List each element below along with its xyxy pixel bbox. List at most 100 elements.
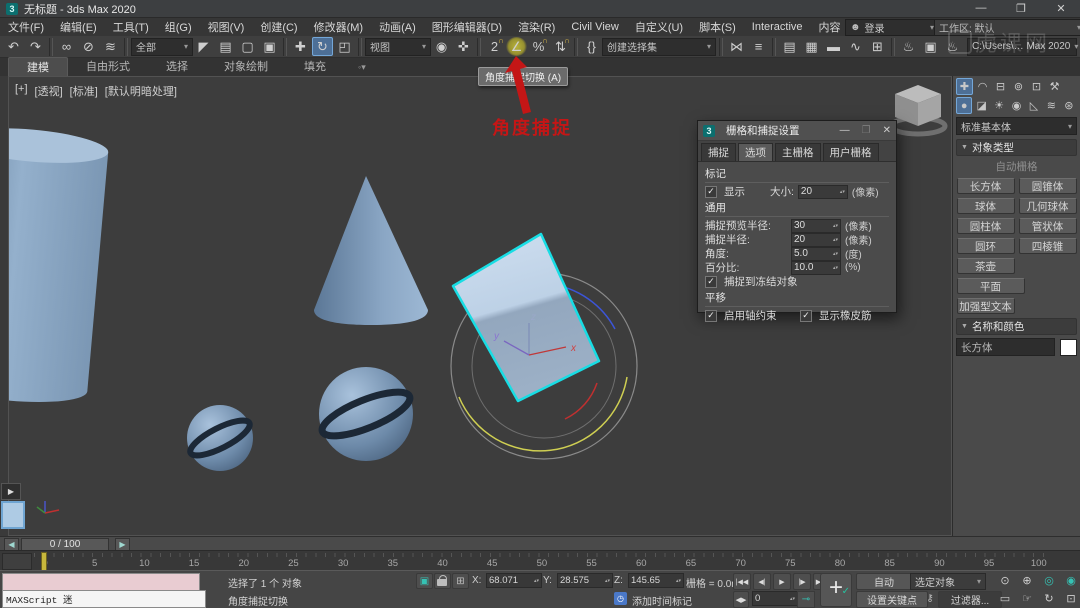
menu-item[interactable]: 视图(V) <box>200 19 253 35</box>
selection-filter-dropdown[interactable]: 全部▾ <box>131 38 193 56</box>
orbit-icon[interactable]: ↻ <box>1040 591 1058 606</box>
menu-item[interactable]: 编辑(E) <box>52 19 105 35</box>
select-by-name-icon[interactable]: ▤ <box>215 37 236 56</box>
viewport-menu-standard[interactable]: [标准] <box>70 83 98 99</box>
large-sphere-object[interactable] <box>317 367 415 461</box>
previous-frame-arrow[interactable]: ◀ <box>4 538 19 551</box>
minimize-button[interactable]: — <box>974 2 988 15</box>
menu-item[interactable]: 动画(A) <box>371 19 424 35</box>
maximize-viewport-icon[interactable]: ⊡ <box>1062 591 1080 606</box>
ribbon-overflow-icon[interactable]: ◦▾ <box>358 62 366 76</box>
lights-icon[interactable]: ☀ <box>991 97 1007 114</box>
viewport-menu-shading[interactable]: [默认明暗处理] <box>105 83 177 99</box>
spinner-arrows-icon[interactable]: ▴▾ <box>833 238 838 242</box>
coordinate-y-field[interactable]: 28.575▴▾ <box>557 573 613 588</box>
select-and-manipulate-icon[interactable]: ✜ <box>453 37 474 56</box>
percent-snap-icon[interactable]: % <box>528 37 549 56</box>
select-and-link-icon[interactable]: ∞ <box>56 37 77 56</box>
primitive-button[interactable]: 几何球体 <box>1019 198 1077 214</box>
align-icon[interactable]: ≡ <box>748 37 769 56</box>
render-setup-icon[interactable]: ♨ <box>898 37 919 56</box>
bind-to-space-warp-icon[interactable]: ≋ <box>100 37 121 56</box>
key-filters-button[interactable]: 过滤器... <box>938 591 1002 608</box>
reference-coordinate-dropdown[interactable]: 视图▾ <box>365 38 431 56</box>
zoom-icon[interactable]: ⊙ <box>996 573 1014 588</box>
category-dropdown[interactable]: 标准基本体▾ <box>956 117 1077 135</box>
undo-icon[interactable]: ↶ <box>3 37 24 56</box>
viewport-layout-tab[interactable] <box>1 501 25 529</box>
snap-frozen-checkbox[interactable]: ✓ <box>705 276 717 288</box>
redo-icon[interactable]: ↷ <box>25 37 46 56</box>
menu-item[interactable]: 渲染(R) <box>510 19 563 35</box>
cameras-icon[interactable]: ◉ <box>1008 97 1024 114</box>
primitive-button[interactable]: 管状体 <box>1019 218 1077 234</box>
unlink-selection-icon[interactable]: ⊘ <box>78 37 99 56</box>
value-spinner[interactable]: 30▴▾ <box>791 219 841 233</box>
key-filters-icon[interactable]: ⚷ <box>922 591 938 606</box>
close-button[interactable]: ✕ <box>1054 2 1068 15</box>
crossing-selection-icon[interactable]: ▣ <box>259 37 280 56</box>
isolate-selection-icon[interactable]: ▣ <box>416 573 433 589</box>
rectangular-selection-icon[interactable]: ▢ <box>237 37 258 56</box>
selection-lock-icon[interactable] <box>434 573 451 589</box>
add-time-tag[interactable]: 添加时间标记 <box>632 593 692 608</box>
snap-toggle-2d-icon[interactable]: 2 <box>484 37 505 56</box>
key-mode-toggle-icon[interactable]: ◀▶ <box>733 591 749 608</box>
systems-icon[interactable]: ⊛ <box>1061 97 1077 114</box>
select-and-rotate-icon[interactable]: ↻ <box>312 37 333 56</box>
current-frame-field[interactable]: 0▴▾ <box>752 591 798 606</box>
primitive-button[interactable]: 长方体 <box>957 178 1015 194</box>
name-color-rollout[interactable]: ▼ 名称和颜色 <box>956 318 1077 335</box>
time-slider-handle[interactable]: 0 / 100 <box>21 538 109 551</box>
primitive-button[interactable]: 加强型文本 <box>957 298 1015 314</box>
primitive-button[interactable]: 茶壶 <box>957 258 1015 274</box>
menu-item[interactable]: 工具(T) <box>105 19 157 35</box>
create-key-button[interactable]: +✓ <box>820 573 852 607</box>
select-object-icon[interactable]: ◤ <box>193 37 214 56</box>
spinner-arrows-icon[interactable]: ▴▾ <box>833 252 838 256</box>
object-color-swatch[interactable] <box>1060 339 1077 356</box>
cylinder-object[interactable] <box>9 123 110 407</box>
view-cube[interactable] <box>891 85 945 134</box>
schematic-view-icon[interactable]: ⊞ <box>867 37 888 56</box>
named-selection-sets-dropdown[interactable]: 创建选择集▾ <box>602 38 716 56</box>
ribbon-toggle-icon[interactable]: ▬ <box>823 37 844 56</box>
set-key-button[interactable]: 设置关键点 <box>856 591 928 608</box>
dialog-close-button[interactable]: ✕ <box>883 125 891 136</box>
create-tab-icon[interactable]: ✚ <box>956 78 973 95</box>
primitive-button[interactable]: 平面 <box>957 278 1025 294</box>
space-warps-icon[interactable]: ≋ <box>1043 97 1059 114</box>
small-sphere-object[interactable] <box>186 405 254 471</box>
value-spinner[interactable]: 10.0▴▾ <box>791 261 841 275</box>
menu-item[interactable]: 脚本(S) <box>691 19 744 35</box>
mirror-icon[interactable]: ⋈ <box>726 37 747 56</box>
geometry-icon[interactable]: ● <box>956 97 972 114</box>
zoom-extents-all-icon[interactable]: ◉ <box>1062 573 1080 588</box>
maxscript-mini-listener[interactable]: MAXScript 迷 <box>2 590 206 608</box>
primitive-button[interactable]: 圆锥体 <box>1019 178 1077 194</box>
primitive-button[interactable]: 球体 <box>957 198 1015 214</box>
use-pivot-point-icon[interactable]: ◉ <box>431 37 452 56</box>
dialog-tab[interactable]: 捕捉 <box>701 143 736 161</box>
layer-explorer-icon[interactable]: ▦ <box>801 37 822 56</box>
zoom-region-icon[interactable]: ▭ <box>996 591 1014 606</box>
rubber-band-checkbox[interactable]: ✓ <box>800 310 812 322</box>
track-bar[interactable]: 0510152025303540455055606570758085909510… <box>0 550 1080 571</box>
selected-objects-dropdown[interactable]: 选定对象▾ <box>910 573 986 590</box>
dialog-tab[interactable]: 用户栅格 <box>823 143 879 161</box>
go-to-start-icon[interactable]: |◀◀ <box>733 573 751 590</box>
scene-explorer-icon[interactable]: ▤ <box>779 37 800 56</box>
menu-item[interactable]: 修改器(M) <box>306 19 372 35</box>
edit-named-sets-icon[interactable]: {} <box>581 37 602 56</box>
menu-item[interactable]: 组(G) <box>157 19 200 35</box>
zoom-all-icon[interactable]: ⊕ <box>1018 573 1036 588</box>
primitive-button[interactable]: 四棱锥 <box>1019 238 1077 254</box>
ribbon-tab[interactable]: 对象绘制 <box>206 57 286 76</box>
menu-item[interactable]: 创建(C) <box>252 19 305 35</box>
workspace-dropdown[interactable]: 工作区: 默认 ▾ <box>934 19 1080 36</box>
spinner-arrows-icon[interactable]: ▴▾ <box>833 266 838 270</box>
time-tag-icon[interactable]: ◷ <box>614 592 627 605</box>
hierarchy-tab-icon[interactable]: ⊟ <box>992 78 1009 95</box>
viewport-layout-flyout-button[interactable]: ▶ <box>1 483 21 500</box>
auto-key-button[interactable]: 自动 <box>856 573 912 590</box>
